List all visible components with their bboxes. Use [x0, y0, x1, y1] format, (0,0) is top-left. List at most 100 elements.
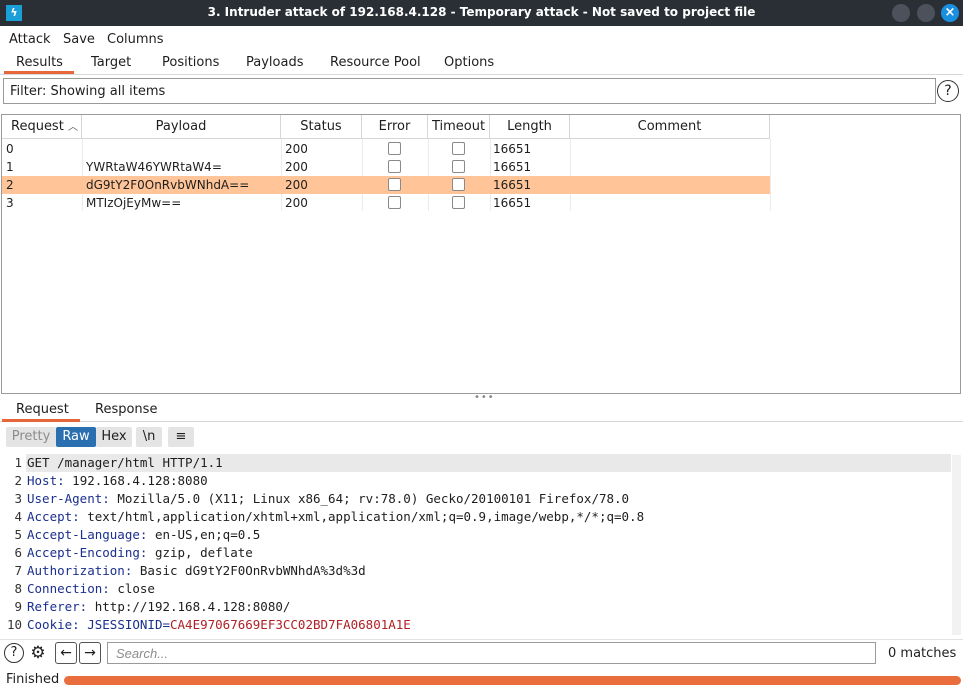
- menu-lines-icon[interactable]: ≡: [168, 427, 194, 447]
- cell-payload: dG9tY2F0OnRvbWNhdA==: [86, 178, 250, 192]
- column-header-timeout[interactable]: Timeout: [428, 115, 490, 139]
- detail-tabs: Request Response: [0, 398, 963, 422]
- line-number: 1: [14, 455, 22, 470]
- header-name: Referer:: [27, 599, 88, 614]
- cookie-value: CA4E97067669EF3CC02BD7FA06801A1E: [170, 617, 411, 632]
- pretty-button[interactable]: Pretty: [6, 427, 56, 447]
- table-row[interactable]: 0 200 16651: [2, 140, 770, 158]
- filter-bar[interactable]: Filter: Showing all items: [3, 78, 936, 104]
- line-number: 5: [14, 527, 22, 542]
- gear-icon[interactable]: ⚙: [28, 643, 48, 663]
- column-header-length[interactable]: Length: [490, 115, 570, 139]
- header-name: Accept-Encoding:: [27, 545, 148, 560]
- help-icon[interactable]: ?: [937, 80, 959, 102]
- cell-payload: YWRtaW46YWRtaW4=: [86, 160, 222, 174]
- editor-scrollbar[interactable]: [952, 455, 961, 635]
- line-number: 10: [6, 617, 22, 632]
- column-header-payload[interactable]: Payload: [82, 115, 281, 139]
- active-detail-tab-indicator: [2, 419, 80, 422]
- request-editor[interactable]: 1 GET /manager/html HTTP/1.1 2 Host: 192…: [0, 453, 963, 637]
- tab-results[interactable]: Results: [16, 55, 63, 70]
- error-checkbox: [388, 160, 401, 173]
- column-header-status[interactable]: Status: [281, 115, 362, 139]
- line-number: 8: [14, 581, 22, 596]
- title-bar: ϟ 3. Intruder attack of 192.168.4.128 - …: [0, 0, 963, 26]
- tab-payloads[interactable]: Payloads: [246, 55, 303, 70]
- menu-columns[interactable]: Columns: [107, 32, 164, 47]
- cell-status: 200: [285, 178, 308, 192]
- header-value: close: [109, 581, 155, 596]
- close-button[interactable]: ×: [941, 4, 959, 22]
- header-value: Mozilla/5.0 (X11; Linux x86_64; rv:78.0)…: [109, 491, 630, 506]
- header-name: User-Agent:: [27, 491, 110, 506]
- header-name: Cookie:: [27, 617, 80, 632]
- cell-request: 3: [6, 196, 14, 210]
- raw-button[interactable]: Raw: [56, 427, 96, 447]
- menu-bar: Attack Save Columns: [0, 27, 963, 51]
- error-checkbox: [388, 142, 401, 155]
- attack-status: Finished: [6, 672, 60, 687]
- editor-line: 4 Accept: text/html,application/xhtml+xm…: [0, 509, 950, 527]
- timeout-checkbox: [452, 142, 465, 155]
- header-name: Authorization:: [27, 563, 133, 578]
- editor-line: 5 Accept-Language: en-US,en;q=0.5: [0, 527, 950, 545]
- column-header-request[interactable]: Request ︿: [2, 115, 82, 139]
- column-header-error[interactable]: Error: [362, 115, 428, 139]
- previous-match-arrow-icon[interactable]: ←: [55, 642, 77, 664]
- timeout-checkbox: [452, 178, 465, 191]
- editor-line: 3 User-Agent: Mozilla/5.0 (X11; Linux x8…: [0, 491, 950, 509]
- tab-options[interactable]: Options: [444, 55, 494, 70]
- hex-button[interactable]: Hex: [96, 427, 132, 447]
- editor-line: 8 Connection: close: [0, 581, 950, 599]
- table-row[interactable]: 1 YWRtaW46YWRtaW4= 200 16651: [2, 158, 770, 176]
- line-number: 2: [14, 473, 22, 488]
- line-number: 9: [14, 599, 22, 614]
- header-value: text/html,application/xhtml+xml,applicat…: [79, 509, 645, 524]
- help-icon[interactable]: ?: [4, 643, 24, 663]
- tab-positions[interactable]: Positions: [162, 55, 219, 70]
- cell-status: 200: [285, 142, 308, 156]
- error-checkbox: [388, 178, 401, 191]
- column-divider: [770, 139, 771, 211]
- maximize-button[interactable]: [917, 4, 935, 22]
- header-value: http://192.168.4.128:8080/: [87, 599, 291, 614]
- window-title: 3. Intruder attack of 192.168.4.128 - Te…: [207, 5, 756, 19]
- attack-tabs: Results Target Positions Payloads Resour…: [0, 51, 963, 75]
- header-name: Accept-Language:: [27, 527, 148, 542]
- active-tab-indicator: [4, 71, 74, 74]
- search-input[interactable]: [107, 642, 876, 664]
- minimize-button[interactable]: [892, 4, 910, 22]
- tab-response[interactable]: Response: [95, 402, 157, 417]
- editor-line: 2 Host: 192.168.4.128:8080: [0, 473, 950, 491]
- menu-attack[interactable]: Attack: [9, 32, 51, 47]
- show-newlines-button[interactable]: \n: [136, 427, 162, 447]
- editor-line: 6 Accept-Encoding: gzip, deflate: [0, 545, 950, 563]
- tab-resource-pool[interactable]: Resource Pool: [330, 55, 421, 70]
- table-row[interactable]: 3 MTIzOjEyMw== 200 16651: [2, 194, 770, 212]
- editor-line: 10 Cookie: JSESSIONID=CA4E97067669EF3CC0…: [0, 617, 950, 635]
- line-number: 6: [14, 545, 22, 560]
- tab-target[interactable]: Target: [91, 55, 131, 70]
- filter-label: Filter: Showing all items: [10, 84, 166, 99]
- menu-save[interactable]: Save: [63, 32, 95, 47]
- cell-request: 2: [6, 178, 14, 192]
- header-name: Accept:: [27, 509, 80, 524]
- line-number: 7: [14, 563, 22, 578]
- cell-status: 200: [285, 160, 308, 174]
- request-line: GET /manager/html HTTP/1.1: [27, 455, 223, 470]
- header-name: Connection:: [27, 581, 110, 596]
- next-match-arrow-icon[interactable]: →: [79, 642, 101, 664]
- cell-length: 16651: [493, 142, 532, 156]
- cell-length: 16651: [493, 178, 532, 192]
- header-value: en-US,en;q=0.5: [147, 527, 261, 542]
- editor-line: 1 GET /manager/html HTTP/1.1: [0, 455, 950, 473]
- header-name: Host:: [27, 473, 65, 488]
- table-row-selected[interactable]: 2 dG9tY2F0OnRvbWNhdA== 200 16651: [2, 176, 770, 194]
- column-header-comment[interactable]: Comment: [570, 115, 770, 139]
- tab-request[interactable]: Request: [16, 402, 69, 417]
- cell-payload: MTIzOjEyMw==: [86, 196, 182, 210]
- timeout-checkbox: [452, 160, 465, 173]
- cell-status: 200: [285, 196, 308, 210]
- match-count: 0 matches: [888, 646, 957, 661]
- header-value: Basic dG9tY2F0OnRvbWNhdA%3d%3d: [132, 563, 366, 578]
